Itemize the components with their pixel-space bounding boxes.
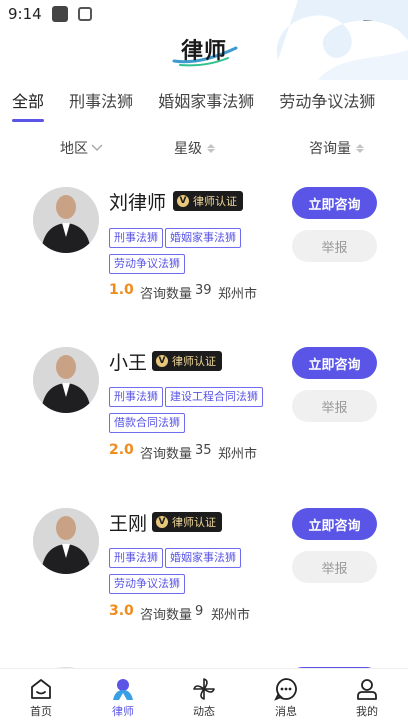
message-icon <box>274 678 297 701</box>
lawyer-city: 郑州市 <box>218 447 258 462</box>
specialty-tag: 建设工程合同法狮 <box>165 387 263 407</box>
tab-all[interactable]: 全部 <box>12 88 45 122</box>
nav-home-label: 首页 <box>30 705 52 718</box>
verified-badge: V 律师认证 <box>152 512 222 532</box>
tab-criminal[interactable]: 刑事法狮 <box>69 88 133 122</box>
specialty-tag: 刑事法狮 <box>109 548 163 568</box>
rating-filter-label: 星级 <box>174 141 202 157</box>
rating-filter[interactable]: 星级 <box>174 138 215 158</box>
verified-badge-label: 律师认证 <box>172 516 216 529</box>
lawyer-icon <box>113 679 133 700</box>
tab-marriage-family[interactable]: 婚姻家事法狮 <box>158 88 254 122</box>
nav-profile-label: 我的 <box>356 705 378 718</box>
nav-messages-label: 消息 <box>275 705 297 718</box>
consult-count-label: 咨询数量 <box>140 287 193 302</box>
lawyer-avatar[interactable] <box>33 508 99 574</box>
verified-badge: V 律师认证 <box>173 191 243 211</box>
verified-icon: V <box>177 195 189 207</box>
filter-bar: 地区 星级 咨询量 <box>0 138 408 162</box>
lawyer-card[interactable]: 刘律师 V 律师认证 刑事法狮 婚姻家事法狮 劳动争议法狮 1.0 咨询数量 3… <box>0 187 408 337</box>
lawyer-rating: 2.0 <box>109 442 134 458</box>
region-filter[interactable]: 地区 <box>60 138 103 158</box>
lawyer-card[interactable]: 王刚 V 律师认证 刑事法狮 婚姻家事法狮 劳动争议法狮 3.0 咨询数量 9 … <box>0 508 408 658</box>
consult-count-label: 咨询数量 <box>140 608 193 623</box>
consult-count-filter-label: 咨询量 <box>309 141 351 157</box>
status-time: 9:14 <box>8 5 42 23</box>
lawyer-avatar[interactable] <box>33 347 99 413</box>
lawyer-avatar[interactable] <box>33 187 99 253</box>
report-button[interactable]: 举报 <box>292 390 377 422</box>
pinwheel-icon <box>193 678 215 700</box>
verified-badge: V 律师认证 <box>152 351 222 371</box>
sort-icon <box>356 143 364 153</box>
specialty-tag: 借款合同法狮 <box>109 413 185 433</box>
specialty-tag: 劳动争议法狮 <box>109 254 185 274</box>
sort-icon <box>207 143 215 153</box>
consult-button[interactable]: 立即咨询 <box>292 187 377 219</box>
report-button[interactable]: 举报 <box>292 230 377 262</box>
specialty-tag: 婚姻家事法狮 <box>165 548 241 568</box>
consult-count-value: 39 <box>195 283 212 298</box>
nav-lawyer[interactable]: 律师 <box>93 677 153 719</box>
bottom-nav: 首页 律师 动态 消息 我的 <box>0 668 408 727</box>
app-logo: 律师 <box>0 30 408 70</box>
keyboard-notification-icon <box>78 7 92 21</box>
verified-badge-label: 律师认证 <box>193 195 237 208</box>
lawyer-rating: 3.0 <box>109 603 134 619</box>
tab-labor-dispute[interactable]: 劳动争议法狮 <box>279 88 375 122</box>
lawyer-name: 刘律师 <box>109 192 167 214</box>
lawyer-name: 小王 <box>109 352 148 374</box>
region-filter-label: 地区 <box>60 141 88 157</box>
app-notification-icon <box>52 6 68 22</box>
lawyer-rating: 1.0 <box>109 282 134 298</box>
lawyer-card[interactable]: 小王 V 律师认证 刑事法狮 建设工程合同法狮 借款合同法狮 2.0 咨询数量 … <box>0 347 408 497</box>
consult-count-value: 9 <box>195 604 204 619</box>
consult-count-label: 咨询数量 <box>140 447 193 462</box>
logo-text: 律师 <box>180 39 227 64</box>
nav-lawyer-label: 律师 <box>112 705 134 718</box>
consult-count-value: 35 <box>195 443 212 458</box>
nav-messages[interactable]: 消息 <box>256 677 316 719</box>
consult-button[interactable]: 立即咨询 <box>292 508 377 540</box>
lawyer-city: 郑州市 <box>218 287 258 302</box>
lawyer-name: 王刚 <box>109 513 148 535</box>
specialty-tag: 刑事法狮 <box>109 228 163 248</box>
profile-icon <box>357 679 377 700</box>
nav-feed-label: 动态 <box>193 705 215 718</box>
chevron-down-icon <box>91 144 103 152</box>
consult-count-filter[interactable]: 咨询量 <box>309 138 364 158</box>
verified-icon: V <box>156 355 168 367</box>
lawyer-city: 郑州市 <box>211 608 251 623</box>
report-button[interactable]: 举报 <box>292 551 377 583</box>
consult-button[interactable]: 立即咨询 <box>292 347 377 379</box>
specialty-tag: 婚姻家事法狮 <box>165 228 241 248</box>
category-tabs: 全部 刑事法狮 婚姻家事法狮 劳动争议法狮 <box>12 88 408 128</box>
verified-badge-label: 律师认证 <box>172 355 216 368</box>
nav-home[interactable]: 首页 <box>11 677 71 719</box>
nav-feed[interactable]: 动态 <box>174 677 234 719</box>
specialty-tag: 刑事法狮 <box>109 387 163 407</box>
nav-profile[interactable]: 我的 <box>337 677 397 719</box>
verified-icon: V <box>156 516 168 528</box>
specialty-tag: 劳动争议法狮 <box>109 574 185 594</box>
home-icon <box>31 679 51 699</box>
